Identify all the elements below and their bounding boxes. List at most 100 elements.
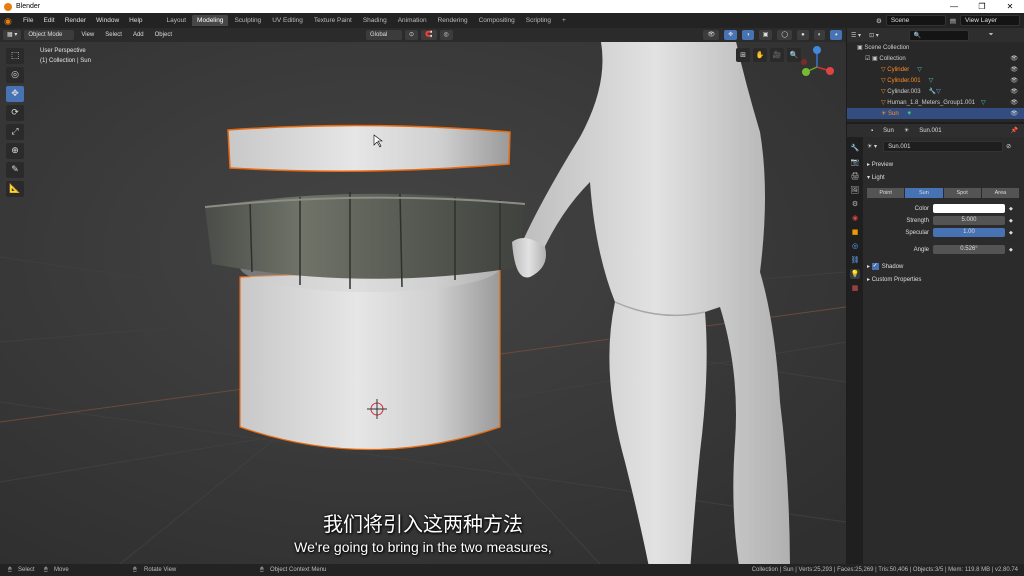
preview-section[interactable]: ▸ Preview [863, 159, 1024, 170]
light-section[interactable]: ▾ Light [863, 172, 1024, 183]
light-type-sun[interactable]: Sun [905, 188, 943, 198]
gizmo-icon[interactable]: ✥ [724, 30, 738, 40]
eye-icon[interactable]: 👁 [1010, 66, 1018, 73]
menu-add[interactable]: Add [129, 30, 148, 40]
keyframe-dot-icon[interactable]: ◆ [1009, 206, 1013, 212]
tab-uv-editing[interactable]: UV Editing [267, 15, 308, 26]
xray-icon[interactable]: ▣ [758, 30, 773, 40]
light-type-point[interactable]: Point [867, 188, 905, 198]
render-props-icon[interactable]: 📷 [850, 157, 860, 167]
tab-sculpting[interactable]: Sculpting [229, 15, 266, 26]
menu-select[interactable]: Select [101, 30, 126, 40]
color-swatch[interactable] [933, 204, 1005, 213]
eye-icon[interactable]: 👁 [1010, 88, 1018, 95]
overlay-icon[interactable]: ◑ [742, 30, 754, 40]
shading-solid-icon[interactable]: ● [797, 30, 809, 40]
outliner-item-cylinder-001[interactable]: ▽ Cylinder.001 ▽ 👁 [847, 75, 1024, 86]
eye-icon[interactable]: 👁 [1010, 55, 1018, 62]
pivot-icon[interactable]: ⊙ [404, 30, 419, 40]
light-data-field[interactable]: Sun.001 [883, 141, 1004, 152]
close-button[interactable]: ✕ [996, 0, 1024, 13]
texture-props-icon[interactable]: ▦ [850, 283, 860, 293]
outliner-editor-icon[interactable]: ☰ ▾ [851, 32, 861, 39]
eye-icon[interactable]: 👁 [1010, 77, 1018, 84]
menu-object[interactable]: Object [151, 30, 176, 40]
view-layer-field[interactable]: View Layer [960, 15, 1020, 26]
pin-icon[interactable]: 📌 [1011, 127, 1018, 134]
keyframe-dot-icon[interactable]: ◆ [1009, 230, 1013, 236]
tool-props-icon[interactable]: 🔧 [850, 143, 860, 153]
strength-field[interactable]: 5.000 [933, 216, 1005, 225]
world-props-icon[interactable]: ◉ [850, 213, 860, 223]
physics-props-icon[interactable]: ◎ [850, 241, 860, 251]
angle-field[interactable]: 0.526° [933, 245, 1005, 254]
scene-props-icon[interactable]: ⚙ [850, 199, 860, 209]
output-props-icon[interactable]: 🖨 [850, 171, 860, 181]
menu-view[interactable]: View [77, 30, 98, 40]
editor-type-button[interactable]: ▦ ▾ [3, 30, 22, 40]
shadow-section[interactable]: ▸ ✓ Shadow [863, 261, 1024, 272]
tab-shading[interactable]: Shading [358, 15, 392, 26]
maximize-button[interactable]: ❐ [968, 0, 996, 13]
light-type-area[interactable]: Area [981, 188, 1019, 198]
light-datablock-icon[interactable]: ☀ ▾ [867, 143, 877, 150]
keyframe-dot-icon[interactable]: ◆ [1009, 218, 1013, 224]
object-props-icon[interactable]: ■ [850, 227, 860, 237]
view-layer-props-icon[interactable]: 🖼 [850, 185, 860, 195]
zoom-icon[interactable]: 🔍 [787, 48, 801, 62]
tab-animation[interactable]: Animation [393, 15, 432, 26]
add-workspace-button[interactable]: + [557, 15, 571, 26]
outliner-collection[interactable]: ☑ ▣ Collection 👁 [847, 53, 1024, 64]
fake-user-icon[interactable]: ⊘ [1006, 143, 1011, 150]
shading-wire-icon[interactable]: ◯ [777, 30, 793, 40]
light-data-props-icon[interactable]: 💡 [850, 269, 860, 279]
outliner-item-sun[interactable]: ☀ Sun ✷ 👁 [847, 108, 1024, 119]
menu-edit[interactable]: Edit [38, 17, 59, 24]
3d-viewport[interactable]: User Perspective (1) Collection | Sun ⊞ … [0, 42, 846, 564]
proportional-icon[interactable]: ◎ [439, 30, 453, 40]
camera-view-icon[interactable]: 🎥 [770, 48, 784, 62]
outliner-item-cylinder-003[interactable]: ▽ Cylinder.003 🔧▽ 👁 [847, 86, 1024, 97]
specular-slider[interactable]: 1.00 [933, 228, 1005, 237]
tab-scripting[interactable]: Scripting [521, 15, 556, 26]
hand-pan-icon[interactable]: ✋ [753, 48, 767, 62]
blender-menu-icon[interactable]: ◉ [4, 16, 14, 26]
rotate-tool-icon[interactable]: ⟳ [6, 105, 24, 121]
select-box-icon[interactable]: ⬚ [6, 48, 24, 64]
mode-select[interactable]: Object Mode [24, 30, 75, 40]
menu-help[interactable]: Help [124, 17, 147, 24]
tab-texture-paint[interactable]: Texture Paint [309, 15, 357, 26]
transform-tool-icon[interactable]: ⊕ [6, 143, 24, 159]
scene-field[interactable]: Scene [885, 15, 946, 26]
outliner-item-human[interactable]: ▽ Human_1.8_Meters_Group1.001 ▽ 👁 [847, 97, 1024, 108]
light-type-spot[interactable]: Spot [943, 188, 981, 198]
visibility-icon[interactable]: 👁 [703, 30, 720, 40]
grid-toggle-icon[interactable]: ⊞ [736, 48, 750, 62]
shadow-checkbox[interactable]: ✓ [871, 263, 879, 270]
outliner-scene-collection[interactable]: ▣ Scene Collection [847, 42, 1024, 53]
checkbox-icon[interactable]: ☑ [865, 55, 872, 62]
tab-modeling[interactable]: Modeling [192, 15, 229, 26]
orientation-select[interactable]: Global [365, 30, 402, 40]
keyframe-dot-icon[interactable]: ◆ [1009, 247, 1013, 253]
outliner-search-input[interactable]: 🔍 [908, 29, 969, 41]
shading-material-icon[interactable]: ◐ [813, 30, 826, 40]
scale-tool-icon[interactable]: ⤢ [6, 124, 24, 140]
tab-compositing[interactable]: Compositing [474, 15, 520, 26]
tab-layout[interactable]: Layout [162, 15, 192, 26]
custom-properties-section[interactable]: ▸ Custom Properties [863, 274, 1024, 285]
shading-render-icon[interactable]: ◕ [830, 30, 842, 40]
measure-tool-icon[interactable]: 📐 [6, 181, 24, 197]
constraints-props-icon[interactable]: ⛓ [850, 255, 860, 265]
cursor-tool-icon[interactable]: ◎ [6, 67, 24, 83]
minimize-button[interactable]: — [940, 0, 968, 13]
menu-file[interactable]: File [18, 17, 38, 24]
filter-funnel-icon[interactable]: ⏷ [989, 32, 994, 39]
annotate-tool-icon[interactable]: ✎ [6, 162, 24, 178]
menu-render[interactable]: Render [60, 17, 91, 24]
outliner-filter-icon[interactable]: ⊡ ▾ [869, 32, 879, 39]
move-tool-icon[interactable]: ✥ [6, 86, 24, 102]
menu-window[interactable]: Window [91, 17, 124, 24]
eye-icon[interactable]: 👁 [1010, 99, 1018, 106]
outliner-item-cylinder[interactable]: ▽ Cylinder ▽ 👁 [847, 64, 1024, 75]
